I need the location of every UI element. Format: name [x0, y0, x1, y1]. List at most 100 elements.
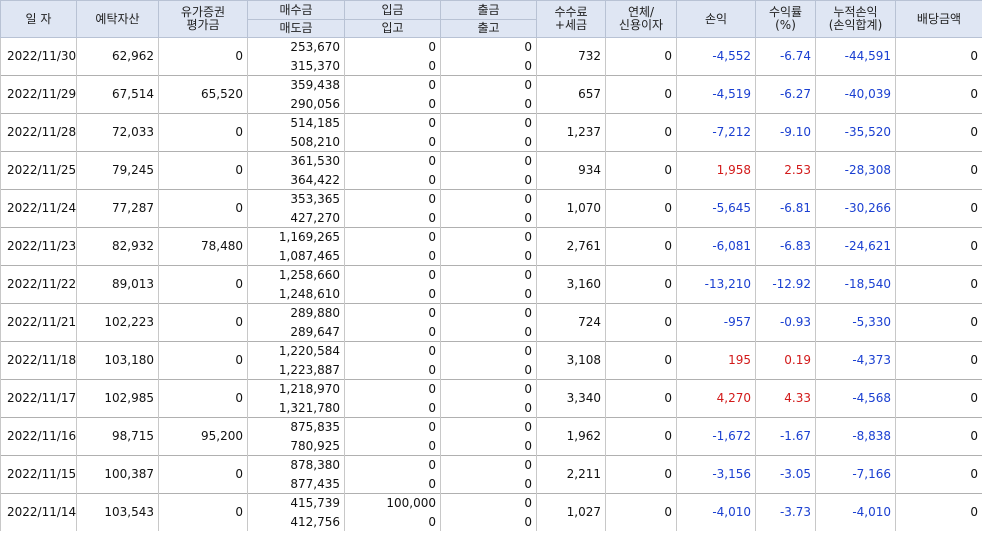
cell-stock-in[interactable]: 0: [344, 95, 441, 114]
cell-deposit-assets[interactable]: 77,287: [76, 189, 159, 228]
cell-dividend[interactable]: 0: [895, 75, 982, 114]
cell-deposit-in[interactable]: 0: [344, 151, 441, 171]
cell-deposit-in[interactable]: 0: [344, 379, 441, 399]
cell-securities-value[interactable]: 78,480: [158, 227, 248, 266]
cell-profit[interactable]: 1,958: [676, 151, 756, 190]
cell-deposit-in[interactable]: 0: [344, 227, 441, 247]
cell-stock-out[interactable]: 0: [440, 285, 537, 304]
cell-interest[interactable]: 0: [605, 341, 677, 380]
cell-interest[interactable]: 0: [605, 265, 677, 304]
cell-stock-out[interactable]: 0: [440, 437, 537, 456]
cell-profit[interactable]: -4,010: [676, 493, 756, 531]
cell-interest[interactable]: 0: [605, 189, 677, 228]
cell-deposit-in[interactable]: 0: [344, 113, 441, 133]
cell-deposit-assets[interactable]: 100,387: [76, 455, 159, 494]
cell-fee-tax[interactable]: 3,108: [536, 341, 606, 380]
cell-dividend[interactable]: 0: [895, 493, 982, 531]
cell-dividend[interactable]: 0: [895, 265, 982, 304]
cell-fee-tax[interactable]: 724: [536, 303, 606, 342]
cell-cumulative-profit[interactable]: -40,039: [815, 75, 896, 114]
cell-fee-tax[interactable]: 3,160: [536, 265, 606, 304]
cell-date[interactable]: 2022/11/28: [0, 113, 77, 152]
cell-profit[interactable]: -3,156: [676, 455, 756, 494]
cell-buy-amount[interactable]: 514,185: [247, 113, 345, 133]
cell-stock-out[interactable]: 0: [440, 95, 537, 114]
cell-securities-value[interactable]: 95,200: [158, 417, 248, 456]
cell-buy-amount[interactable]: 253,670: [247, 37, 345, 57]
cell-deposit-assets[interactable]: 103,543: [76, 493, 159, 531]
table-row[interactable]: 2022/11/23 82,932 78,480 1,169,265 0 0 2,761 0-…: [0, 227, 982, 266]
cell-stock-out[interactable]: 0: [440, 57, 537, 76]
cell-withdraw[interactable]: 0: [440, 113, 537, 133]
cell-stock-out[interactable]: 0: [440, 361, 537, 380]
cell-cumulative-profit[interactable]: -7,166: [815, 455, 896, 494]
header-deposit-assets[interactable]: 예탁자산: [76, 0, 159, 38]
cell-return-rate[interactable]: -6.81: [755, 189, 816, 228]
cell-profit[interactable]: 195: [676, 341, 756, 380]
cell-buy-amount[interactable]: 289,880: [247, 303, 345, 323]
cell-deposit-assets[interactable]: 62,962: [76, 37, 159, 76]
cell-date[interactable]: 2022/11/18: [0, 341, 77, 380]
cell-return-rate[interactable]: -6.27: [755, 75, 816, 114]
cell-sell-amount[interactable]: 877,435: [247, 475, 345, 494]
table-row[interactable]: 2022/11/29 67,514 65,520 359,438 0 0 657 0 -4,51…: [0, 75, 982, 114]
cell-sell-amount[interactable]: 1,223,887: [247, 361, 345, 380]
cell-interest[interactable]: 0: [605, 455, 677, 494]
cell-deposit-assets[interactable]: 102,985: [76, 379, 159, 418]
cell-stock-out[interactable]: 0: [440, 513, 537, 531]
cell-securities-value[interactable]: 0: [158, 189, 248, 228]
cell-withdraw[interactable]: 0: [440, 189, 537, 209]
cell-securities-value[interactable]: 0: [158, 265, 248, 304]
cell-fee-tax[interactable]: 1,962: [536, 417, 606, 456]
cell-buy-amount[interactable]: 359,438: [247, 75, 345, 95]
cell-fee-tax[interactable]: 3,340: [536, 379, 606, 418]
cell-sell-amount[interactable]: 1,248,610: [247, 285, 345, 304]
cell-date[interactable]: 2022/11/14: [0, 493, 77, 531]
cell-date[interactable]: 2022/11/25: [0, 151, 77, 190]
cell-interest[interactable]: 0: [605, 417, 677, 456]
table-row[interactable]: 2022/11/22 89,013 0 1,258,660 0 0 3,160 0 -13,21…: [0, 265, 982, 304]
cell-securities-value[interactable]: 0: [158, 151, 248, 190]
cell-stock-in[interactable]: 0: [344, 399, 441, 418]
cell-stock-out[interactable]: 0: [440, 133, 537, 152]
cell-cumulative-profit[interactable]: -5,330: [815, 303, 896, 342]
cell-stock-out[interactable]: 0: [440, 323, 537, 342]
cell-cumulative-profit[interactable]: -4,010: [815, 493, 896, 531]
cell-withdraw[interactable]: 0: [440, 493, 537, 513]
cell-deposit-assets[interactable]: 79,245: [76, 151, 159, 190]
cell-dividend[interactable]: 0: [895, 189, 982, 228]
cell-stock-in[interactable]: 0: [344, 361, 441, 380]
cell-fee-tax[interactable]: 1,070: [536, 189, 606, 228]
cell-deposit-in[interactable]: 0: [344, 303, 441, 323]
header-profit[interactable]: 손익: [676, 0, 756, 38]
cell-date[interactable]: 2022/11/30: [0, 37, 77, 76]
cell-date[interactable]: 2022/11/21: [0, 303, 77, 342]
cell-stock-out[interactable]: 0: [440, 171, 537, 190]
cell-withdraw[interactable]: 0: [440, 265, 537, 285]
cell-dividend[interactable]: 0: [895, 227, 982, 266]
cell-deposit-in[interactable]: 0: [344, 189, 441, 209]
cell-fee-tax[interactable]: 732: [536, 37, 606, 76]
cell-securities-value[interactable]: 0: [158, 113, 248, 152]
table-row[interactable]: 2022/11/15 100,387 0 878,380 0 0 2,211 0 -3,156-…: [0, 455, 982, 494]
header-stock-out[interactable]: 출고: [440, 19, 537, 38]
cell-deposit-assets[interactable]: 67,514: [76, 75, 159, 114]
cell-stock-in[interactable]: 0: [344, 513, 441, 531]
cell-withdraw[interactable]: 0: [440, 303, 537, 323]
header-fee-tax[interactable]: 수수료 +세금: [536, 0, 606, 38]
cell-cumulative-profit[interactable]: -30,266: [815, 189, 896, 228]
cell-stock-out[interactable]: 0: [440, 247, 537, 266]
cell-return-rate[interactable]: 0.19: [755, 341, 816, 380]
cell-securities-value[interactable]: 0: [158, 379, 248, 418]
cell-fee-tax[interactable]: 934: [536, 151, 606, 190]
header-date[interactable]: 일 자: [0, 0, 77, 38]
cell-date[interactable]: 2022/11/22: [0, 265, 77, 304]
header-buy-amount[interactable]: 매수금: [247, 0, 345, 20]
cell-profit[interactable]: -7,212: [676, 113, 756, 152]
header-dividend[interactable]: 배당금액: [895, 0, 982, 38]
cell-buy-amount[interactable]: 878,380: [247, 455, 345, 475]
cell-date[interactable]: 2022/11/29: [0, 75, 77, 114]
cell-dividend[interactable]: 0: [895, 379, 982, 418]
cell-buy-amount[interactable]: 1,220,584: [247, 341, 345, 361]
cell-cumulative-profit[interactable]: -4,373: [815, 341, 896, 380]
